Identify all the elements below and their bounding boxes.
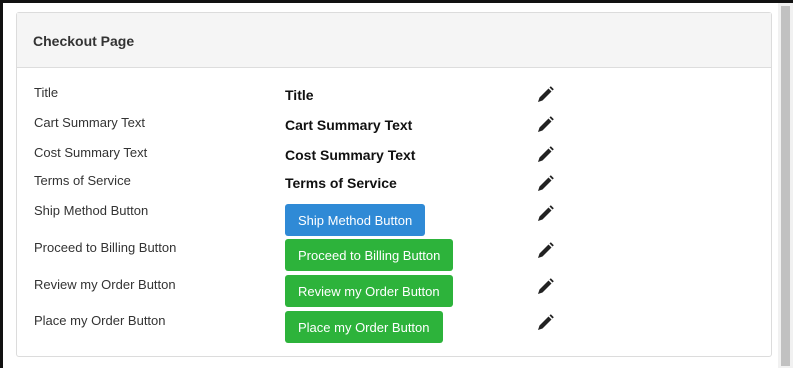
place-my-order-button[interactable]: Place my Order Button <box>285 311 443 343</box>
proceed-to-billing-button[interactable]: Proceed to Billing Button <box>285 239 454 271</box>
field-value: Title <box>285 87 314 103</box>
review-my-order-button[interactable]: Review my Order Button <box>285 275 453 307</box>
field-label: Place my Order Button <box>34 313 166 328</box>
field-value: Cart Summary Text <box>285 117 413 133</box>
field-label: Terms of Service <box>34 173 131 188</box>
field-label: Title <box>34 85 59 100</box>
field-value: Cost Summary Text <box>285 147 416 163</box>
panel-title: Checkout Page <box>33 33 135 49</box>
checkout-panel: Checkout Page Title Title Cart Summary T… <box>16 12 772 357</box>
field-label: Cost Summary Text <box>34 145 148 160</box>
field-label: Proceed to Billing Button <box>34 240 177 255</box>
field-label: Cart Summary Text <box>34 115 146 130</box>
panel-header: Checkout Page <box>17 13 771 68</box>
field-label: Review my Order Button <box>34 277 176 292</box>
pencil-icon[interactable] <box>535 174 555 194</box>
pencil-icon[interactable] <box>535 145 555 165</box>
pencil-icon[interactable] <box>535 241 555 261</box>
pencil-icon[interactable] <box>535 313 555 333</box>
pencil-icon[interactable] <box>535 85 555 105</box>
ship-method-button[interactable]: Ship Method Button <box>285 204 426 236</box>
scrollbar-thumb[interactable] <box>781 6 790 366</box>
scrollbar[interactable] <box>778 3 793 368</box>
field-value: Terms of Service <box>285 175 397 191</box>
pencil-icon[interactable] <box>535 204 555 224</box>
pencil-icon[interactable] <box>535 277 555 297</box>
field-label: Ship Method Button <box>34 203 149 218</box>
pencil-icon[interactable] <box>535 115 555 135</box>
